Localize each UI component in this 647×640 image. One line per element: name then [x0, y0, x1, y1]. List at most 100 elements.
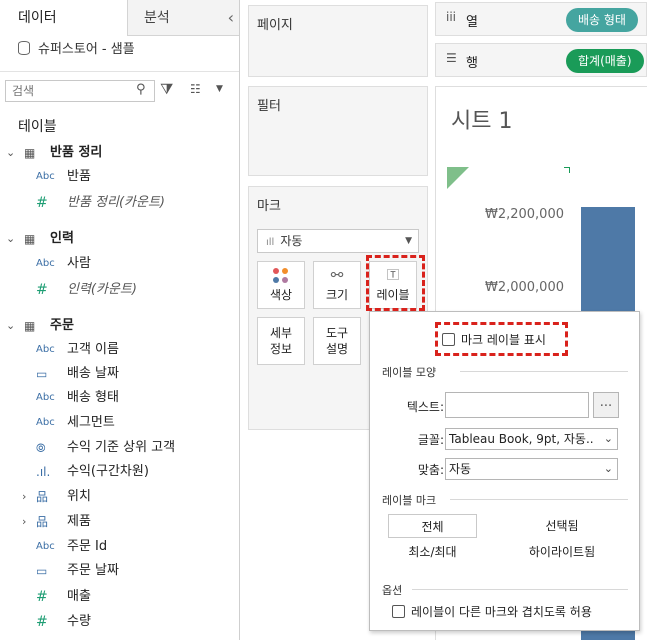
field-item[interactable]: Abc 주문 Id	[0, 535, 239, 559]
tables-heading: 테이블	[18, 119, 57, 135]
allow-overlap-text: 레이블이 다른 마크와 겹치도록 허용	[411, 605, 592, 619]
string-type-icon: Abc	[36, 417, 55, 428]
number-type-icon: #	[36, 195, 48, 211]
filter-icon[interactable]: ⧩	[160, 80, 173, 98]
datasource-name: 슈퍼스토어 - 샘플	[38, 42, 135, 57]
tab-data[interactable]: 데이터	[0, 0, 127, 36]
number-type-icon: #	[36, 589, 48, 605]
corner-indicator	[447, 167, 469, 189]
chevron-down-icon[interactable]: ⌄	[6, 227, 15, 251]
field-name: 수익(구간차원)	[67, 464, 149, 479]
align-value: 자동	[449, 462, 472, 476]
label-popup: 마크 레이블 표시 레이블 모양 텍스트: ... 글꼴: Tableau Bo…	[369, 311, 640, 631]
size-button[interactable]: ⚯ 크기	[313, 261, 361, 309]
number-type-icon: #	[36, 282, 48, 298]
field-item[interactable]: # 인력(카운트)	[0, 278, 239, 302]
string-type-icon: Abc	[36, 258, 55, 269]
table-group-people[interactable]: ⌄ ▦ 인력	[0, 227, 239, 251]
field-item[interactable]: # 수량	[0, 610, 239, 634]
table-name: 주문	[50, 318, 74, 333]
field-item[interactable]: Abc 사람	[0, 252, 239, 276]
highlight-label-button	[366, 255, 425, 311]
chevron-down-icon[interactable]: ⌄	[6, 141, 15, 165]
field-item[interactable]: ▭ 주문 날짜	[0, 559, 239, 583]
field-item[interactable]: Abc 배송 형태	[0, 386, 239, 410]
field-item[interactable]: Abc 세그먼트	[0, 411, 239, 435]
divider	[412, 589, 628, 590]
option-highlighted[interactable]: 하이라이트됨	[512, 540, 612, 564]
allow-overlap-checkbox[interactable]: 레이블이 다른 마크와 겹치도록 허용	[392, 603, 592, 620]
text-input[interactable]	[445, 392, 589, 418]
field-item[interactable]: Abc 반품	[0, 165, 239, 189]
option-min-max[interactable]: 최소/최대	[388, 540, 477, 564]
checkbox-icon[interactable]	[392, 605, 405, 618]
bin-icon: .ıl.	[36, 465, 51, 479]
field-name: 수익 기준 상위 고객	[67, 440, 176, 455]
color-button[interactable]: 색상	[257, 261, 305, 309]
option-all[interactable]: 전체	[388, 514, 477, 538]
field-name: 세그먼트	[67, 415, 115, 430]
field-item[interactable]: › 品 위치	[0, 485, 239, 509]
chevron-right-icon[interactable]: ›	[22, 485, 26, 509]
align-field-label: 맞춤:	[417, 463, 444, 477]
field-name: 반품 정리(카운트)	[67, 195, 165, 210]
corner-bracket	[564, 167, 570, 173]
field-item[interactable]: .ıl. 수익(구간차원)	[0, 460, 239, 484]
detail-label-1: 세부	[269, 326, 293, 340]
field-name: 사람	[67, 256, 91, 271]
field-item[interactable]: ▭ 배송 날짜	[0, 362, 239, 386]
tab-analysis[interactable]: 분석 ‹	[127, 0, 239, 36]
table-name: 반품 정리	[50, 145, 103, 160]
highlight-show-labels	[435, 322, 568, 356]
filters-shelf[interactable]: 필터	[248, 86, 428, 176]
align-select[interactable]: 자동 ⌄	[445, 458, 618, 480]
chevron-down-icon: ⌄	[603, 462, 613, 475]
search-icon[interactable]: ⚲	[136, 82, 146, 97]
mark-type-select[interactable]: ıll 자동 ▼	[257, 229, 419, 253]
tooltip-label-1: 도구	[325, 326, 349, 340]
field-item[interactable]: # 반품 정리(카운트)	[0, 191, 239, 215]
collapse-pane-icon[interactable]: ‹	[228, 0, 234, 36]
chevron-down-icon[interactable]: ⌄	[6, 314, 15, 338]
option-selected[interactable]: 선택됨	[512, 514, 612, 538]
datasource-item[interactable]: 슈퍼스토어 - 샘플	[0, 36, 239, 72]
search-input[interactable]	[5, 80, 155, 102]
sheet-title[interactable]: 시트 1	[451, 103, 512, 135]
string-type-icon: Abc	[36, 392, 55, 403]
table-group-returns[interactable]: ⌄ ▦ 반품 정리	[0, 141, 239, 165]
chevron-down-icon: ⌄	[603, 432, 613, 445]
hierarchy-icon: 品	[36, 515, 49, 529]
field-item[interactable]: › 品 제품	[0, 510, 239, 534]
rows-label: 행	[466, 56, 478, 71]
set-icon: ⦾	[36, 441, 46, 455]
size-label: 크기	[325, 288, 349, 302]
pages-shelf[interactable]: 페이지	[248, 5, 428, 77]
filters-title: 필터	[257, 99, 281, 114]
field-item[interactable]: # 매출	[0, 585, 239, 609]
columns-label: 열	[466, 15, 478, 30]
pages-title: 페이지	[257, 18, 293, 33]
field-name: 위치	[67, 489, 91, 504]
tooltip-button[interactable]: 도구 설명	[313, 317, 361, 365]
number-type-icon: #	[36, 614, 48, 630]
columns-pill[interactable]: 배송 형태	[566, 8, 638, 32]
mark-type-value: 자동	[280, 234, 303, 248]
rows-pill[interactable]: 합계(매출)	[566, 49, 644, 73]
field-item[interactable]: ⦾ 수익 기준 상위 고객	[0, 436, 239, 460]
field-name: 인력(카운트)	[67, 282, 137, 297]
field-name: 배송 날짜	[67, 366, 119, 381]
chevron-down-icon[interactable]: ▼	[216, 84, 223, 94]
field-name: 배송 형태	[67, 390, 119, 405]
rows-shelf[interactable]: ☰ 행 합계(매출)	[435, 43, 647, 77]
chevron-right-icon[interactable]: ›	[22, 510, 26, 534]
columns-shelf[interactable]: iii 열 배송 형태	[435, 2, 647, 36]
font-select[interactable]: Tableau Book, 9pt, 자동.. ⌄	[445, 428, 618, 450]
more-options-button[interactable]: ...	[593, 392, 619, 418]
detail-button[interactable]: 세부 정보	[257, 317, 305, 365]
field-item[interactable]: Abc 고객 이름	[0, 338, 239, 362]
table-group-orders[interactable]: ⌄ ▦ 주문	[0, 314, 239, 338]
field-name: 반품	[67, 169, 91, 184]
field-name: 제품	[67, 514, 91, 529]
list-view-icon[interactable]: ☷	[190, 82, 201, 96]
font-field-label: 글꼴:	[417, 433, 444, 447]
